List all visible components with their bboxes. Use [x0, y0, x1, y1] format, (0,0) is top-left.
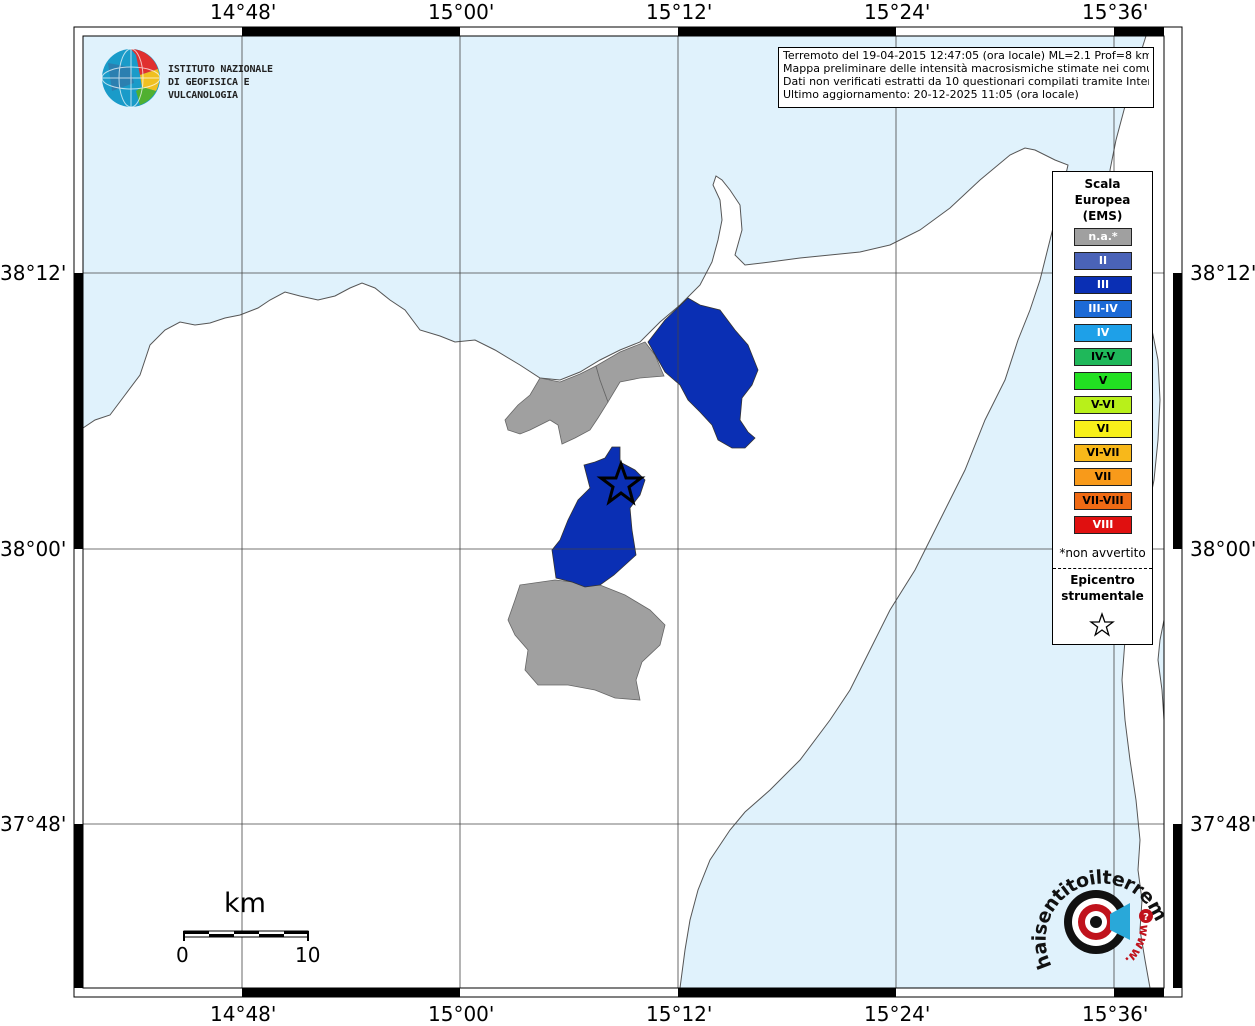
legend-title-1: Scala	[1084, 177, 1121, 191]
legend-item: II	[1074, 252, 1132, 270]
legend-item: VII	[1074, 468, 1132, 486]
lon-label-bottom-2: 15°00'	[428, 1002, 495, 1026]
legend: Scala Europea (EMS) n.a.* II III III-IV IV IV…	[1052, 171, 1153, 645]
lon-label-bottom-5: 15°36'	[1082, 1002, 1149, 1026]
legend-title-3: (EMS)	[1082, 209, 1123, 223]
legend-item: VI	[1074, 420, 1132, 438]
legend-epicenter-2: strumentale	[1061, 589, 1144, 603]
lon-label-bottom-4: 15°24'	[864, 1002, 931, 1026]
scale-min: 0	[176, 943, 189, 967]
legend-item: VII-VIII	[1074, 492, 1132, 510]
info-line-1: Terremoto del 19-04-2015 12:47:05 (ora l…	[783, 49, 1149, 62]
legend-epicenter-1: Epicentro	[1070, 573, 1135, 587]
legend-separator	[1053, 568, 1152, 569]
lat-label-right-3: 37°48'	[1190, 812, 1255, 836]
lat-label-right-1: 38°12'	[1190, 261, 1255, 285]
lon-label-top-1: 14°48'	[210, 0, 277, 24]
legend-item: VIII	[1074, 516, 1132, 534]
legend-item: IV-V	[1074, 348, 1132, 366]
legend-item: V-VI	[1074, 396, 1132, 414]
legend-item: V	[1074, 372, 1132, 390]
lon-label-top-4: 15°24'	[864, 0, 931, 24]
lon-label-bottom-3: 15°12'	[646, 1002, 713, 1026]
info-line-3: Dati non verificati estratti da 10 quest…	[783, 75, 1149, 88]
legend-title: Scala Europea (EMS)	[1053, 176, 1152, 224]
lat-label-right-2: 38°00'	[1190, 537, 1255, 561]
logo-line-2: DI GEOFISICA E VULCANOLOGIA	[168, 77, 250, 101]
info-box: Terremoto del 19-04-2015 12:47:05 (ora l…	[778, 47, 1154, 108]
scale-max: 10	[295, 943, 321, 967]
legend-item: VI-VII	[1074, 444, 1132, 462]
svg-text:?: ?	[1143, 912, 1149, 923]
globe-icon	[101, 48, 161, 108]
star-icon	[1089, 612, 1115, 637]
ingv-logo: ISTITUTO NAZIONALE DI GEOFISICA E VULCAN…	[100, 47, 320, 109]
legend-item: IV	[1074, 324, 1132, 342]
lat-label-left-3: 37°48'	[0, 812, 67, 836]
lon-label-top-2: 15°00'	[428, 0, 495, 24]
haisentito-logo: haisentitoilterremoto.it www. ?	[1030, 858, 1170, 972]
logo-line-1: ISTITUTO NAZIONALE	[168, 64, 273, 75]
legend-title-2: Europea	[1074, 193, 1131, 207]
legend-note: *non avvertito	[1059, 546, 1146, 560]
info-line-2: Mappa preliminare delle intensità macros…	[783, 62, 1149, 75]
legend-item: III	[1074, 276, 1132, 294]
lon-label-bottom-1: 14°48'	[210, 1002, 277, 1026]
legend-items: n.a.* II III III-IV IV IV-V V V-VI VI VI-VII VII VI…	[1074, 228, 1132, 540]
legend-item: n.a.*	[1074, 228, 1132, 246]
lon-label-top-3: 15°12'	[646, 0, 713, 24]
lat-label-left-2: 38°00'	[0, 537, 67, 561]
legend-item: III-IV	[1074, 300, 1132, 318]
lat-label-left-1: 38°12'	[0, 261, 67, 285]
info-line-4: Ultimo aggiornamento: 20-12-2025 11:05 (…	[783, 88, 1079, 101]
legend-epicenter: Epicentro strumentale	[1053, 572, 1152, 604]
lon-label-top-5: 15°36'	[1082, 0, 1149, 24]
scale-unit: km	[224, 888, 266, 919]
